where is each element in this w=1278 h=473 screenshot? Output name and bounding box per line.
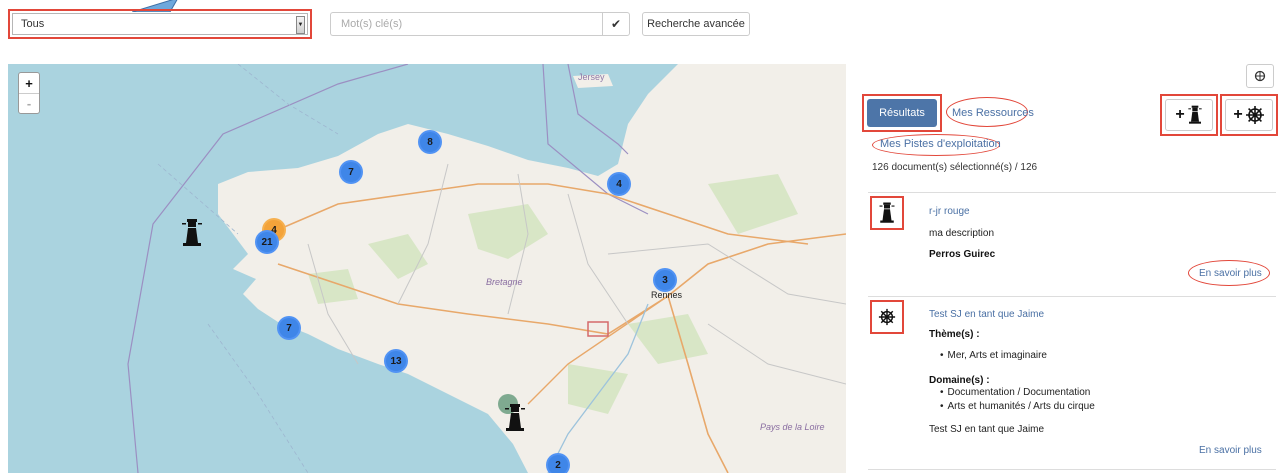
map-label-bretagne: Bretagne <box>486 277 523 287</box>
check-icon: ✔ <box>610 17 622 31</box>
add-lighthouse-highlight: + <box>1160 94 1218 136</box>
add-helm-button[interactable]: + <box>1225 99 1273 131</box>
results-tab-highlight: Résultats <box>862 94 942 132</box>
zoom-in-button[interactable]: + <box>19 73 39 93</box>
tab-results[interactable]: Résultats <box>867 99 937 127</box>
ship-wheel-icon <box>878 308 896 326</box>
map-label-jersey: Jersey <box>578 72 605 82</box>
map-cluster-marker[interactable]: 7 <box>339 160 363 184</box>
zoom-out-button[interactable]: - <box>19 93 39 113</box>
search-submit-button[interactable]: ✔ <box>602 12 630 36</box>
scope-select-value: Tous <box>21 18 45 30</box>
plus-icon: + <box>1175 106 1185 123</box>
map-view[interactable]: + - Jersey Bretagne Rennes Pays de la Lo… <box>8 64 846 473</box>
result-domain-item: Documentation / Documentation <box>940 387 1091 398</box>
scope-select[interactable]: Tous ▼ <box>12 13 308 35</box>
map-cluster-marker[interactable]: 21 <box>255 230 279 254</box>
result-description: Test SJ en tant que Jaime <box>929 424 1045 435</box>
tab-my-resources[interactable]: Mes Ressources <box>952 107 1034 119</box>
map-cluster-marker[interactable]: 7 <box>277 316 301 340</box>
zoom-control: + - <box>18 72 40 114</box>
map-cluster-marker[interactable]: 8 <box>418 130 442 154</box>
map-base-layer <box>127 64 846 473</box>
add-lighthouse-button[interactable]: + <box>1165 99 1213 131</box>
lighthouse-icon[interactable] <box>503 404 527 432</box>
search-bar: Tous ▼ ✔ Recherche avancée <box>0 0 1278 50</box>
map-cluster-marker[interactable]: 4 <box>607 172 631 196</box>
plus-icon: + <box>1233 106 1243 123</box>
lighthouse-icon <box>879 202 895 223</box>
scope-select-highlight: Tous ▼ <box>8 9 312 39</box>
crosshair-icon <box>1254 70 1266 82</box>
result-domain-label: Domaine(s) : <box>929 375 990 386</box>
result-theme-label: Thème(s) : <box>929 329 980 340</box>
results-panel: Résultats Mes Ressources Mes Pistes d'ex… <box>858 60 1278 473</box>
lighthouse-icon <box>1188 105 1202 124</box>
locate-button[interactable] <box>1246 64 1274 88</box>
divider <box>868 296 1276 297</box>
read-more-link[interactable]: En savoir plus <box>1199 268 1262 279</box>
result-title-link[interactable]: Test SJ en tant que Jaime <box>929 309 1044 320</box>
result-title-link[interactable]: r-jr rouge <box>929 206 970 217</box>
map-cluster-marker[interactable]: 13 <box>384 349 408 373</box>
tab-my-pistes[interactable]: Mes Pistes d'exploitation <box>880 138 1001 150</box>
chevron-down-icon[interactable]: ▼ <box>296 16 305 34</box>
map-cluster-marker[interactable]: 2 <box>546 453 570 473</box>
result-description: ma description <box>929 228 995 239</box>
keywords-input[interactable] <box>330 12 602 36</box>
map-label-pays-de-la-loire: Pays de la Loire <box>760 422 825 432</box>
lighthouse-icon[interactable] <box>180 219 204 247</box>
map-cluster-marker[interactable]: 3 <box>653 268 677 292</box>
ship-wheel-icon <box>1245 106 1264 124</box>
result-domain-item: Arts et humanités / Arts du cirque <box>940 401 1095 412</box>
result-type-icon <box>870 300 904 334</box>
read-more-link[interactable]: En savoir plus <box>1199 445 1262 456</box>
result-type-icon <box>870 196 904 230</box>
add-helm-highlight: + <box>1220 94 1278 136</box>
divider <box>868 192 1276 193</box>
selected-count: 126 document(s) sélectionné(s) / 126 <box>872 162 1038 173</box>
divider <box>868 469 1276 470</box>
result-place: Perros Guirec <box>929 249 996 260</box>
result-theme-item: Mer, Arts et imaginaire <box>940 350 1047 361</box>
advanced-search-button[interactable]: Recherche avancée <box>642 12 750 36</box>
